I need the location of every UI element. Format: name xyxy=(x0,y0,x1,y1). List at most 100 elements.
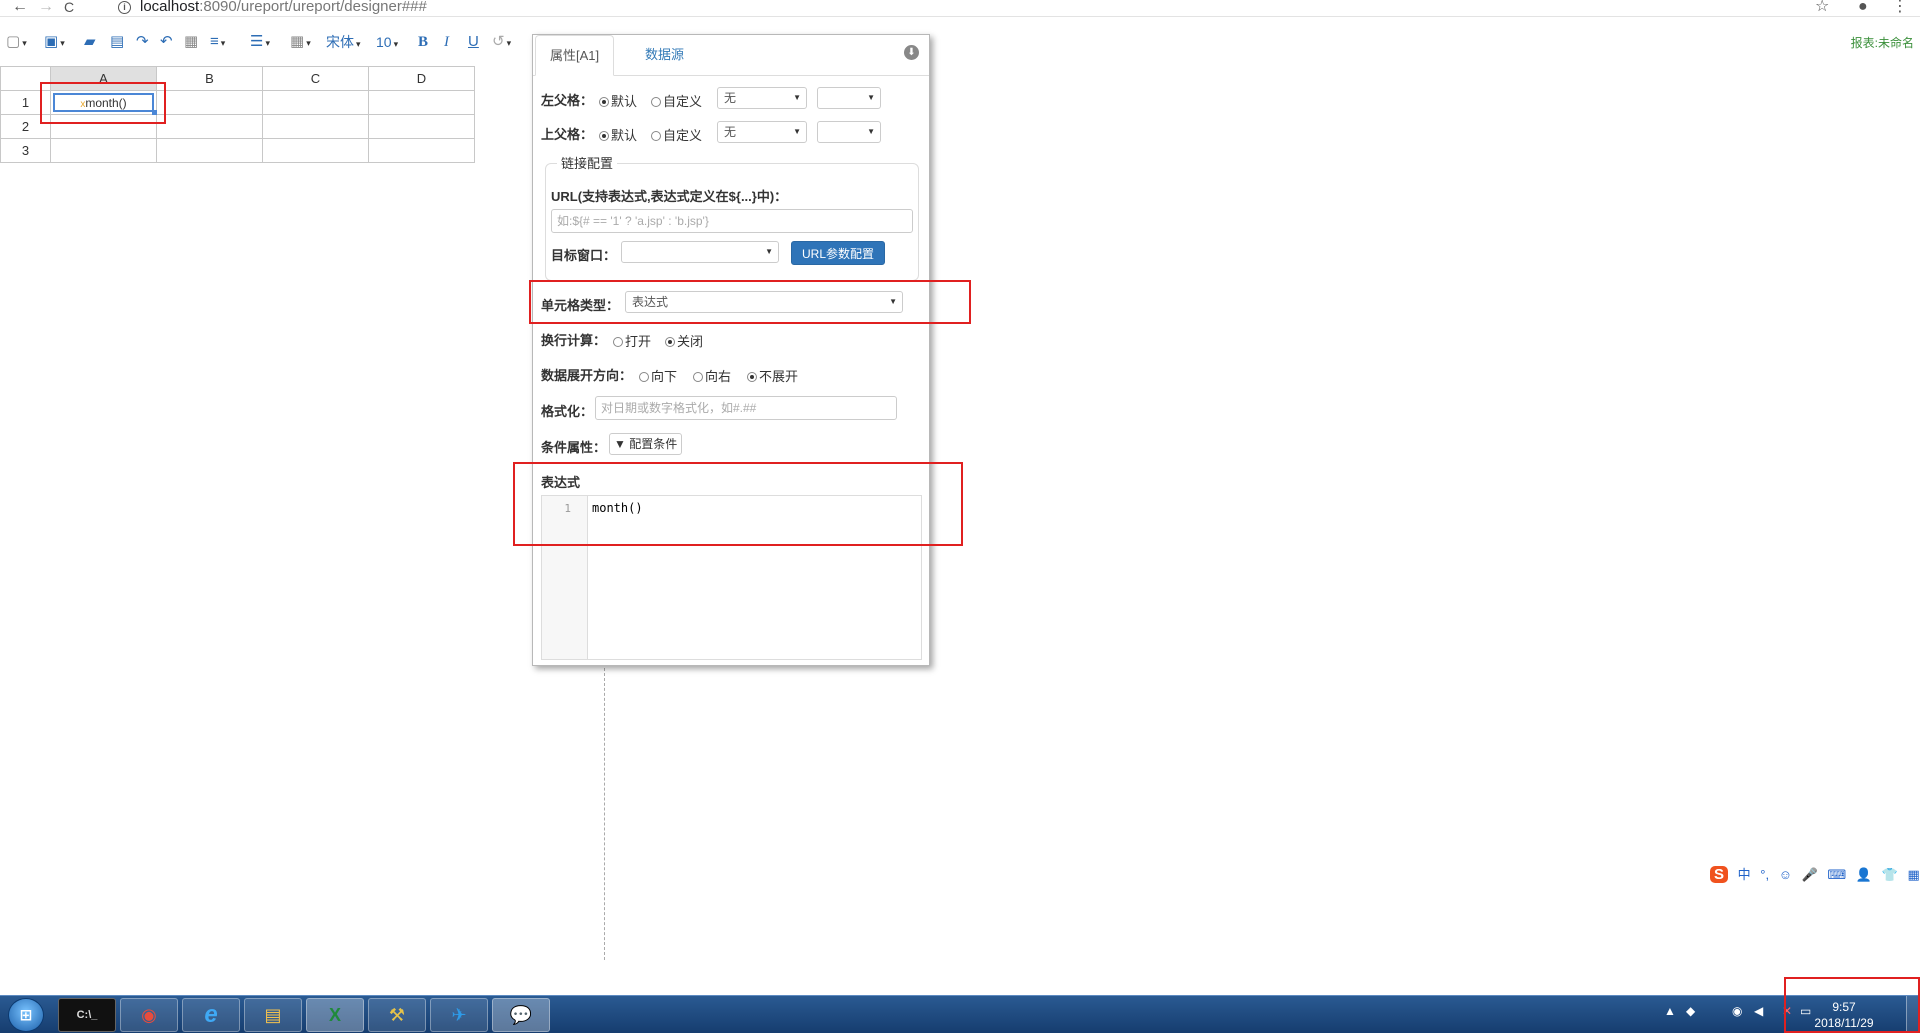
top-parent-default-radio[interactable]: 默认 xyxy=(599,125,637,144)
collapse-icon[interactable]: ⬇ xyxy=(904,45,919,60)
line-calc-close-radio[interactable]: 关闭 xyxy=(665,331,703,350)
column-header-c[interactable]: C xyxy=(262,66,369,91)
cell-b3[interactable] xyxy=(156,138,263,163)
account-icon[interactable]: ● xyxy=(1858,0,1868,15)
column-header-b[interactable]: B xyxy=(156,66,263,91)
tray-qq-icon[interactable]: ◆ xyxy=(1686,1004,1695,1018)
left-parent-custom-radio[interactable]: 自定义 xyxy=(651,91,702,110)
paint-format-icon[interactable]: ↺ xyxy=(492,32,511,52)
border-icon[interactable]: ▦ xyxy=(290,32,311,52)
expression-editor[interactable]: 1 month() xyxy=(541,495,922,660)
valign-icon[interactable]: ☰ xyxy=(250,32,270,52)
save-icon[interactable]: ▣ xyxy=(44,32,65,52)
cell-a2[interactable] xyxy=(50,114,157,139)
bold-button[interactable]: B xyxy=(418,32,428,52)
taskbar-ie-icon[interactable]: e xyxy=(182,998,240,1032)
url-param-config-button[interactable]: URL参数配置 xyxy=(791,241,885,265)
cell-d2[interactable] xyxy=(368,114,475,139)
font-family-select[interactable]: 宋体 xyxy=(326,32,361,52)
top-parent-custom-radio[interactable]: 自定义 xyxy=(651,125,702,144)
top-parent-cell-select[interactable] xyxy=(817,121,881,143)
system-clock[interactable]: 9:57 2018/11/29 xyxy=(1800,999,1888,1031)
ime-toolbar: S 中 °, ☺ 🎤 ⌨ 👤 👕 ▦ xyxy=(1710,864,1920,884)
taskbar-cmd-icon[interactable]: C:\_ xyxy=(58,998,116,1032)
start-button[interactable]: ⊞ xyxy=(8,998,44,1032)
preview-icon[interactable]: ▤ xyxy=(110,32,124,52)
cell-a1[interactable]: xmonth() xyxy=(50,90,157,115)
cell-d1[interactable] xyxy=(368,90,475,115)
line-calc-open-radio[interactable]: 打开 xyxy=(613,331,651,350)
merge-cells-icon[interactable]: ▦ xyxy=(184,32,198,52)
taskbar-wechat-icon[interactable]: 💬 xyxy=(492,998,550,1032)
cell-b2[interactable] xyxy=(156,114,263,139)
fill-handle[interactable] xyxy=(152,110,157,115)
address-bar[interactable]: localhost:8090/ureport/ureport/designer#… xyxy=(140,0,427,16)
format-input[interactable]: 对日期或数字格式化，如#.## xyxy=(595,396,897,420)
tab-properties[interactable]: 属性[A1] xyxy=(535,35,615,76)
row-header-2[interactable]: 2 xyxy=(0,114,51,139)
expand-none-radio[interactable]: 不展开 xyxy=(747,366,798,385)
ime-voice-icon[interactable]: 🎤 xyxy=(1802,867,1818,883)
tray-app-icon[interactable]: ◉ xyxy=(1732,1004,1742,1018)
cell-a1-content: xmonth() xyxy=(53,93,154,112)
open-folder-icon[interactable]: ▰ xyxy=(84,32,96,52)
filter-icon: ▼ xyxy=(614,437,626,451)
column-header-d[interactable]: D xyxy=(368,66,475,91)
cell-d3[interactable] xyxy=(368,138,475,163)
ime-chinese-mode[interactable]: 中 xyxy=(1738,864,1751,883)
ime-user-icon[interactable]: 👤 xyxy=(1856,867,1872,883)
url-input[interactable]: 如:${# == '1' ? 'a.jsp' : 'b.jsp'} xyxy=(551,209,913,233)
show-desktop-button[interactable] xyxy=(1906,996,1920,1033)
cell-c2[interactable] xyxy=(262,114,369,139)
grid-corner[interactable] xyxy=(0,66,51,91)
target-window-select[interactable] xyxy=(621,241,779,263)
taskbar-excel-icon[interactable]: X xyxy=(306,998,364,1032)
cell-b1[interactable] xyxy=(156,90,263,115)
ime-emoji-icon[interactable]: ☺ xyxy=(1779,867,1792,882)
left-parent-cell-select[interactable] xyxy=(817,87,881,109)
tray-volume-icon[interactable]: ◀ xyxy=(1754,1004,1763,1018)
expand-right-radio[interactable]: 向右 xyxy=(693,366,731,385)
column-header-a[interactable]: A xyxy=(50,66,157,91)
designer-toolbar: ▢ ▣ ▰ ▤ ↷ ↶ ▦ ≡ ☰ ▦ 宋体 10 B I U ↺ xyxy=(0,30,1920,54)
tray-expand-icon[interactable]: ▲ xyxy=(1664,1004,1676,1018)
line-calc-label: 换行计算： xyxy=(541,333,607,348)
align-icon[interactable]: ≡ xyxy=(210,32,225,52)
taskbar-messenger-icon[interactable]: ✈ xyxy=(430,998,488,1032)
left-parent-default-radio[interactable]: 默认 xyxy=(599,91,637,110)
ime-skin-icon[interactable]: 👕 xyxy=(1882,867,1898,883)
info-icon[interactable]: i xyxy=(118,1,131,14)
font-size-select[interactable]: 10 xyxy=(376,32,398,52)
ime-keyboard-icon[interactable]: ⌨ xyxy=(1827,867,1846,883)
menu-icon[interactable]: ⋮ xyxy=(1892,0,1908,15)
taskbar-explorer-icon[interactable]: ▤ xyxy=(244,998,302,1032)
taskbar-chrome-icon[interactable]: ◉ xyxy=(120,998,178,1032)
cell-a3[interactable] xyxy=(50,138,157,163)
row-header-1[interactable]: 1 xyxy=(0,90,51,115)
taskbar-tools-icon[interactable]: ⚒ xyxy=(368,998,426,1032)
ime-toolbox-icon[interactable]: ▦ xyxy=(1907,867,1919,883)
top-parent-select[interactable]: 无 xyxy=(717,121,807,143)
tab-datasource[interactable]: 数据源 xyxy=(631,35,698,76)
row-header-3[interactable]: 3 xyxy=(0,138,51,163)
expand-down-radio[interactable]: 向下 xyxy=(639,366,677,385)
forward-icon[interactable]: → xyxy=(38,0,54,15)
italic-button[interactable]: I xyxy=(444,32,449,52)
editor-code: month() xyxy=(592,501,643,515)
cell-type-select[interactable]: 表达式 xyxy=(625,291,903,313)
tray-network-icon[interactable]: ✕ xyxy=(1782,1004,1792,1018)
reload-icon[interactable]: C xyxy=(64,0,74,15)
cell-c1[interactable] xyxy=(262,90,369,115)
ime-punctuation-icon[interactable]: °, xyxy=(1760,867,1769,882)
undo-icon[interactable]: ↶ xyxy=(160,32,173,52)
sogou-logo-icon[interactable]: S xyxy=(1710,866,1729,883)
new-report-icon[interactable]: ▢ xyxy=(6,32,27,52)
grid-row: 3 xyxy=(0,138,475,163)
config-condition-button[interactable]: ▼ 配置条件 xyxy=(609,433,683,455)
cell-c3[interactable] xyxy=(262,138,369,163)
star-icon[interactable]: ☆ xyxy=(1815,0,1829,15)
left-parent-select[interactable]: 无 xyxy=(717,87,807,109)
underline-button[interactable]: U xyxy=(468,32,479,52)
back-icon[interactable]: ← xyxy=(12,0,28,15)
redo-icon[interactable]: ↷ xyxy=(136,32,149,52)
